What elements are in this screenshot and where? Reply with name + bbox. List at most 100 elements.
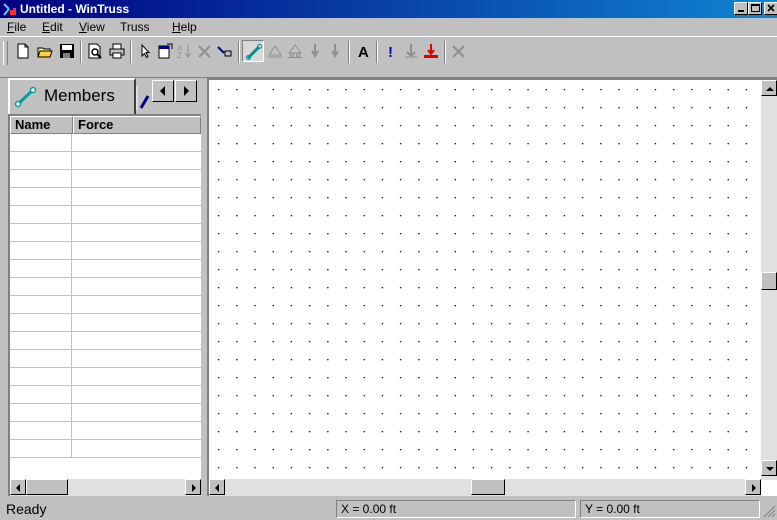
window-title: Untitled - WinTruss — [20, 2, 130, 16]
list-row[interactable] — [10, 134, 201, 152]
tab-scroll-left-button[interactable] — [152, 80, 174, 102]
minimize-button[interactable] — [734, 2, 748, 15]
text-label-button[interactable]: A — [352, 40, 374, 62]
status-bar: Ready X = 0.00 ft Y = 0.00 ft — [0, 498, 777, 520]
list-row[interactable] — [10, 224, 201, 242]
list-row[interactable] — [10, 404, 201, 422]
member-tool-icon — [246, 44, 262, 60]
grid-dots — [209, 80, 761, 480]
list-row[interactable] — [10, 314, 201, 332]
list-row[interactable] — [10, 242, 201, 260]
load-down-icon — [311, 44, 319, 58]
truss-drawing-canvas[interactable] — [209, 80, 761, 480]
move-point-button[interactable] — [214, 40, 236, 62]
joint-tab-icon — [136, 86, 150, 110]
canvas-scroll-down-button[interactable] — [761, 460, 777, 476]
maximize-button[interactable] — [748, 2, 762, 15]
list-row[interactable] — [10, 188, 201, 206]
canvas-horizontal-thumb[interactable] — [471, 479, 505, 495]
list-cell-name — [10, 332, 72, 350]
list-row[interactable] — [10, 296, 201, 314]
title-bar[interactable]: Untitled - WinTruss — [0, 0, 777, 18]
canvas-scroll-left-button[interactable] — [209, 479, 225, 495]
list-row[interactable] — [10, 260, 201, 278]
menu-view[interactable]: View — [79, 20, 105, 34]
size-grip-icon[interactable] — [762, 504, 776, 518]
distributed-load-button[interactable] — [420, 40, 442, 62]
member-tool-button[interactable] — [242, 40, 264, 62]
delete-button[interactable] — [194, 40, 216, 62]
toolbar-grip[interactable] — [3, 41, 8, 65]
minimize-icon — [738, 10, 744, 12]
roller-support-button[interactable] — [284, 40, 306, 62]
arrow-right-icon — [184, 86, 189, 96]
canvas-vertical-scrollbar[interactable] — [761, 80, 777, 480]
tab-joints[interactable] — [136, 84, 150, 110]
load-down-alt-button[interactable] — [324, 40, 346, 62]
canvas-horizontal-scrollbar[interactable] — [209, 479, 761, 496]
list-cell-name — [10, 278, 72, 296]
list-horizontal-scrollbar[interactable] — [10, 479, 201, 496]
save-button[interactable] — [56, 40, 78, 62]
canvas-scroll-up-button[interactable] — [761, 80, 777, 96]
move-point-icon — [217, 46, 232, 57]
list-row[interactable] — [10, 440, 201, 458]
load-down-button[interactable] — [304, 40, 326, 62]
members-list[interactable]: Name Force — [8, 114, 201, 496]
svg-text:A: A — [358, 44, 369, 59]
arrow-down-icon — [766, 467, 774, 471]
list-cell-name — [10, 386, 72, 404]
anchor-button[interactable] — [400, 40, 422, 62]
menu-file[interactable]: File — [7, 20, 26, 34]
sort-button[interactable]: AZ — [174, 40, 196, 62]
column-header-name[interactable]: Name — [10, 116, 73, 134]
new-button[interactable] — [12, 40, 34, 62]
list-row[interactable] — [10, 278, 201, 296]
print-preview-button[interactable] — [84, 40, 106, 62]
list-scroll-right-button[interactable] — [185, 479, 201, 495]
list-row[interactable] — [10, 332, 201, 350]
list-cell-name — [10, 134, 72, 152]
list-cell-name — [10, 188, 72, 206]
list-scroll-thumb[interactable] — [26, 479, 68, 495]
canvas-scroll-right-button[interactable] — [745, 479, 761, 495]
properties-button[interactable] — [154, 40, 176, 62]
close-x-button[interactable] — [448, 40, 470, 62]
wintruss-app-icon[interactable] — [2, 1, 18, 17]
tab-members[interactable]: Members — [8, 78, 136, 114]
list-row[interactable] — [10, 152, 201, 170]
list-row[interactable] — [10, 206, 201, 224]
member-link-icon — [14, 86, 37, 108]
menu-help[interactable]: Help — [172, 20, 197, 34]
list-cell-name — [10, 368, 72, 386]
status-ready: Ready — [6, 501, 47, 517]
distributed-load-icon — [424, 44, 438, 58]
open-button[interactable] — [34, 40, 56, 62]
load-down-alt-icon — [331, 44, 339, 58]
print-preview-icon — [88, 43, 102, 59]
menu-truss[interactable]: Truss — [120, 20, 150, 34]
select-button[interactable] — [134, 40, 156, 62]
list-cell-name — [10, 242, 72, 260]
print-button[interactable] — [106, 40, 128, 62]
exclamation-icon: ! — [388, 44, 393, 59]
list-row[interactable] — [10, 170, 201, 188]
toolbar-separator — [130, 41, 132, 63]
toolbar-separator — [444, 41, 446, 63]
toolbar-separator — [238, 41, 240, 63]
column-header-force[interactable]: Force — [73, 116, 201, 134]
list-row[interactable] — [10, 422, 201, 440]
exclamation-button[interactable]: ! — [380, 40, 402, 62]
tab-scroll-right-button[interactable] — [175, 80, 197, 102]
menu-edit[interactable]: Edit — [42, 20, 63, 34]
list-row[interactable] — [10, 350, 201, 368]
save-disk-icon — [60, 44, 74, 58]
list-row[interactable] — [10, 386, 201, 404]
toolbar: AZ A ! — [0, 36, 777, 78]
list-cell-name — [10, 350, 72, 368]
canvas-vertical-thumb[interactable] — [761, 272, 777, 290]
list-scroll-left-button[interactable] — [10, 479, 26, 495]
close-button[interactable] — [764, 2, 777, 15]
list-row[interactable] — [10, 368, 201, 386]
pin-support-button[interactable] — [264, 40, 286, 62]
